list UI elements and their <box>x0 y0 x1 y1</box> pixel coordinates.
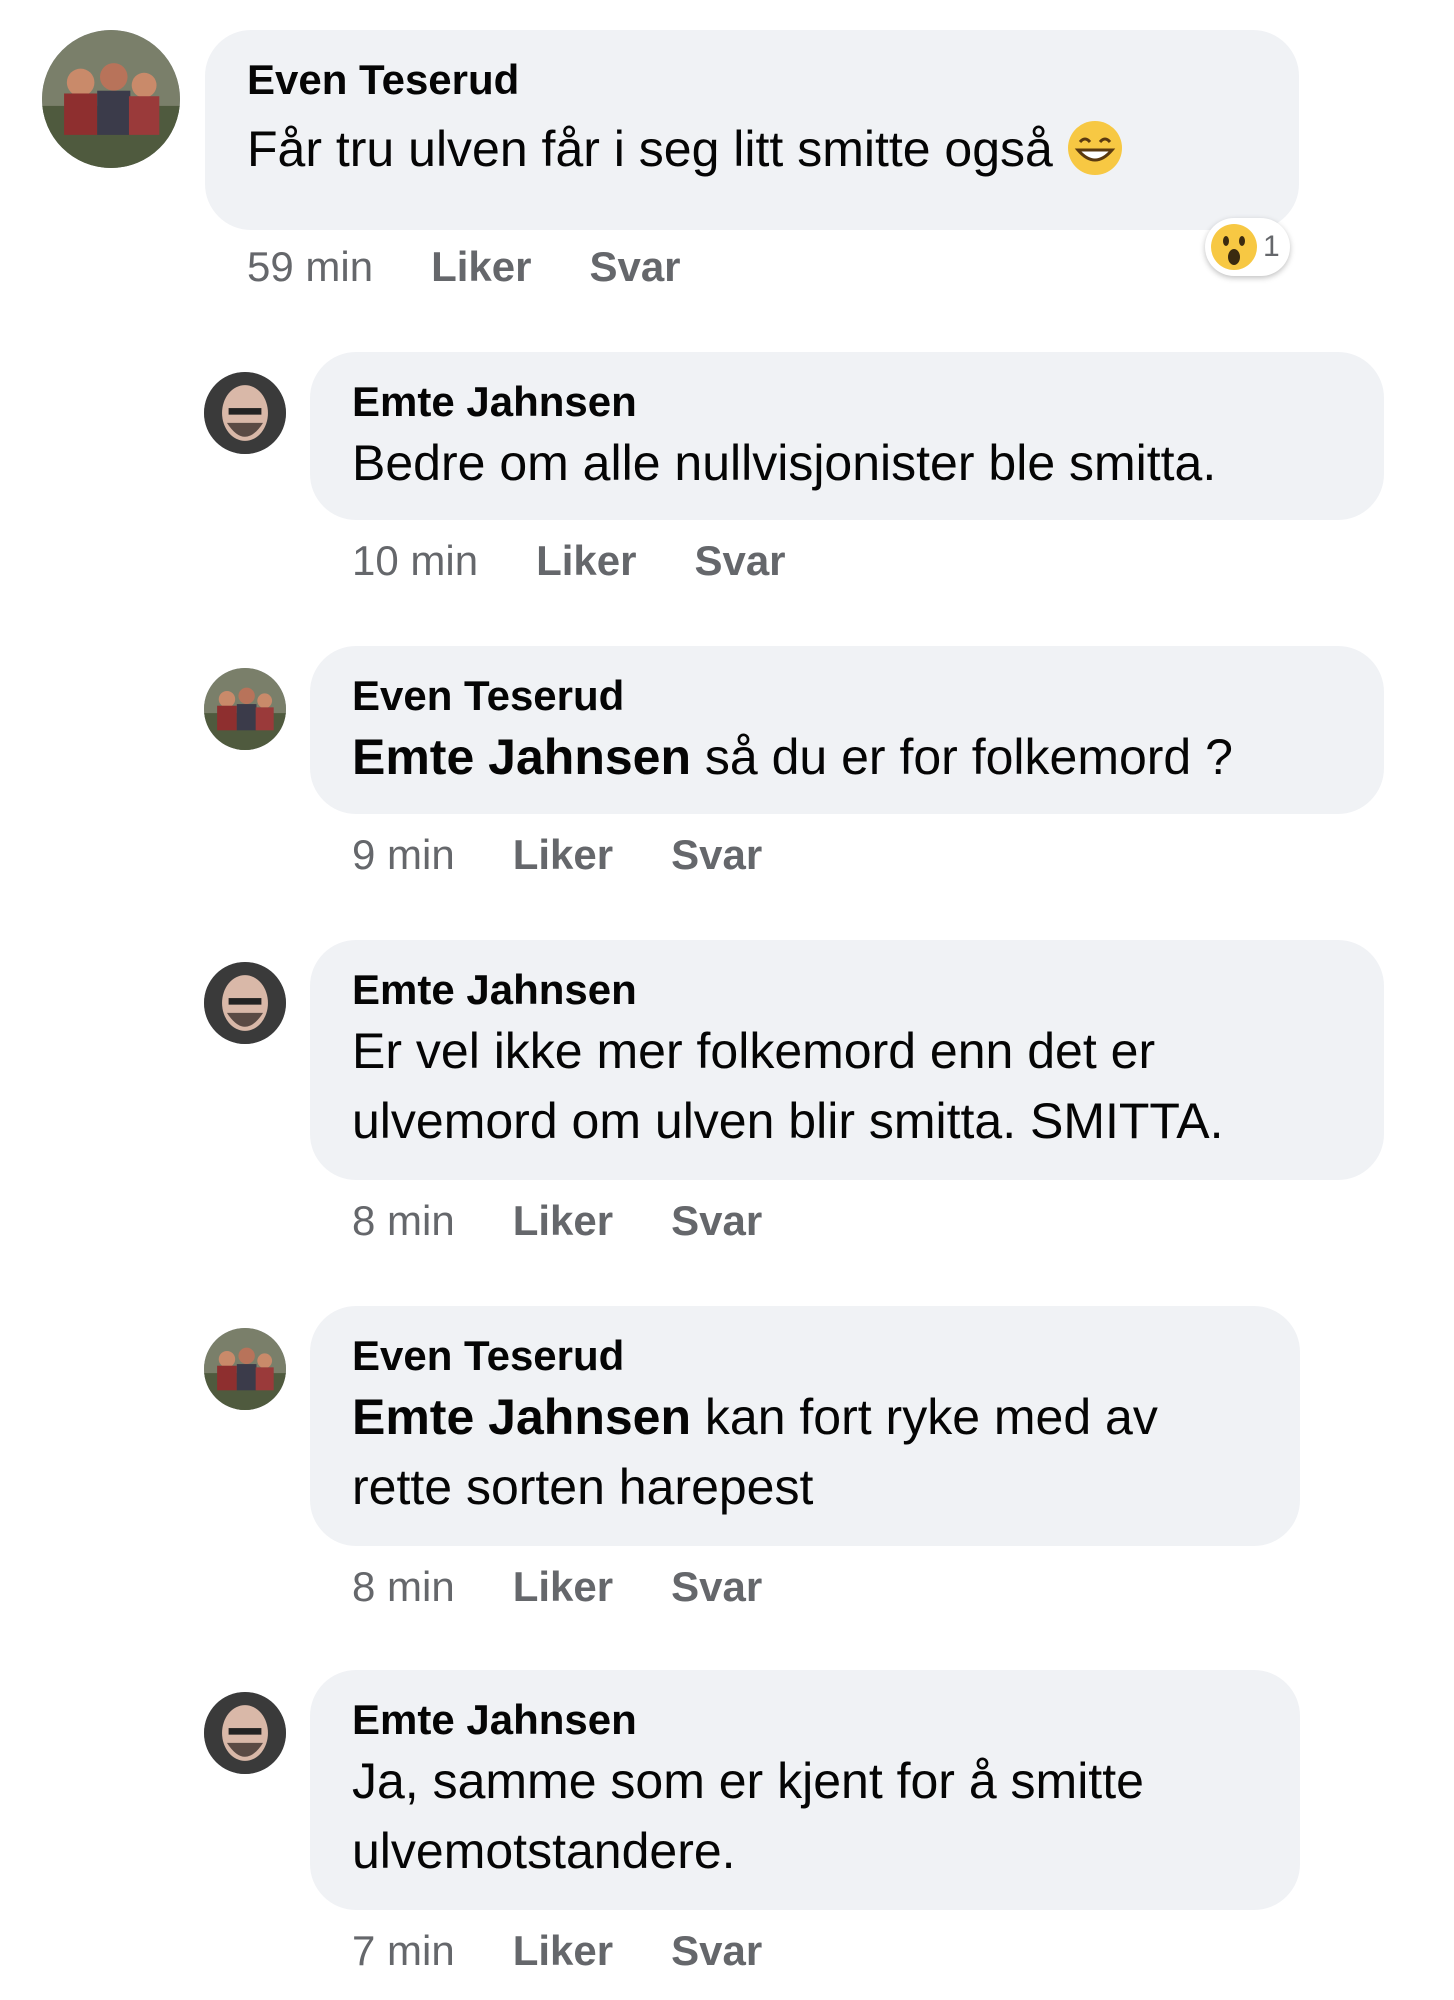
avatar-emte-jahnsen[interactable] <box>204 1692 286 1774</box>
avatar-even-teserud[interactable] <box>204 1328 286 1410</box>
comment-author[interactable]: Even Teserud <box>352 670 1344 722</box>
wow-reaction-icon <box>1211 224 1257 270</box>
group-photo-icon <box>204 668 286 750</box>
comment-text: Ja, samme som er kjent for å smitte ulve… <box>352 1753 1144 1879</box>
reply-button[interactable]: Svar <box>589 243 680 290</box>
reaction-count: 1 <box>1263 230 1280 263</box>
like-button[interactable]: Liker <box>431 243 531 290</box>
comment-time[interactable]: 9 min <box>352 831 455 878</box>
grinning-face-icon <box>1067 120 1122 175</box>
avatar-even-teserud[interactable] <box>42 30 180 168</box>
comment-author[interactable]: Even Teserud <box>352 1330 1260 1382</box>
comment-time[interactable]: 8 min <box>352 1197 455 1244</box>
reply-button[interactable]: Svar <box>694 537 785 584</box>
comment-actions: 7 min Liker Svar <box>352 1926 762 1976</box>
comment-text: Bedre om alle nullvisjonister ble smitta… <box>352 435 1217 491</box>
like-button[interactable]: Liker <box>513 831 613 878</box>
group-photo-icon <box>42 30 180 168</box>
comment-author[interactable]: Emte Jahnsen <box>352 964 1344 1016</box>
profile-photo-icon <box>204 962 286 1044</box>
avatar-even-teserud[interactable] <box>204 668 286 750</box>
reply-button[interactable]: Svar <box>671 1563 762 1610</box>
like-button[interactable]: Liker <box>513 1197 613 1244</box>
comment-text: Får tru ulven får i seg litt smitte også <box>247 121 1053 177</box>
like-button[interactable]: Liker <box>536 537 636 584</box>
reply-button[interactable]: Svar <box>671 1927 762 1974</box>
comment-time[interactable]: 59 min <box>247 243 373 290</box>
comment-actions: 59 min Liker Svar <box>247 242 681 292</box>
comment-author[interactable]: Even Teserud <box>247 54 1259 106</box>
comment-text: Er vel ikke mer folkemord enn det er ulv… <box>352 1023 1224 1149</box>
comment-author[interactable]: Emte Jahnsen <box>352 376 1344 428</box>
comment-bubble: Emte Jahnsen Ja, samme som er kjent for … <box>310 1670 1300 1910</box>
reply-button[interactable]: Svar <box>671 1197 762 1244</box>
comment-actions: 10 min Liker Svar <box>352 536 786 586</box>
like-button[interactable]: Liker <box>513 1927 613 1974</box>
comment-actions: 8 min Liker Svar <box>352 1562 762 1612</box>
comment-bubble: Emte Jahnsen Bedre om alle nullvisjonist… <box>310 352 1384 520</box>
comment-actions: 8 min Liker Svar <box>352 1196 762 1246</box>
comment-time[interactable]: 7 min <box>352 1927 455 1974</box>
mention-link[interactable]: Emte Jahnsen <box>352 1389 691 1445</box>
reaction-summary[interactable]: 1 <box>1205 218 1290 276</box>
comment-time[interactable]: 8 min <box>352 1563 455 1610</box>
group-photo-icon <box>204 1328 286 1410</box>
comment-bubble: Even Teserud Får tru ulven får i seg lit… <box>205 30 1299 230</box>
comment-bubble: Even Teserud Emte Jahnsen kan fort ryke … <box>310 1306 1300 1546</box>
like-button[interactable]: Liker <box>513 1563 613 1610</box>
comment-time[interactable]: 10 min <box>352 537 478 584</box>
reply-button[interactable]: Svar <box>671 831 762 878</box>
comment-author[interactable]: Emte Jahnsen <box>352 1694 1260 1746</box>
comment-text: så du er for folkemord ? <box>691 729 1233 785</box>
avatar-emte-jahnsen[interactable] <box>204 372 286 454</box>
profile-photo-icon <box>204 372 286 454</box>
mention-link[interactable]: Emte Jahnsen <box>352 729 691 785</box>
comment-bubble: Emte Jahnsen Er vel ikke mer folkemord e… <box>310 940 1384 1180</box>
avatar-emte-jahnsen[interactable] <box>204 962 286 1044</box>
comment-bubble: Even Teserud Emte Jahnsen så du er for f… <box>310 646 1384 814</box>
profile-photo-icon <box>204 1692 286 1774</box>
comment-actions: 9 min Liker Svar <box>352 830 762 880</box>
comment-thread: Even Teserud Får tru ulven får i seg lit… <box>0 0 1454 2000</box>
